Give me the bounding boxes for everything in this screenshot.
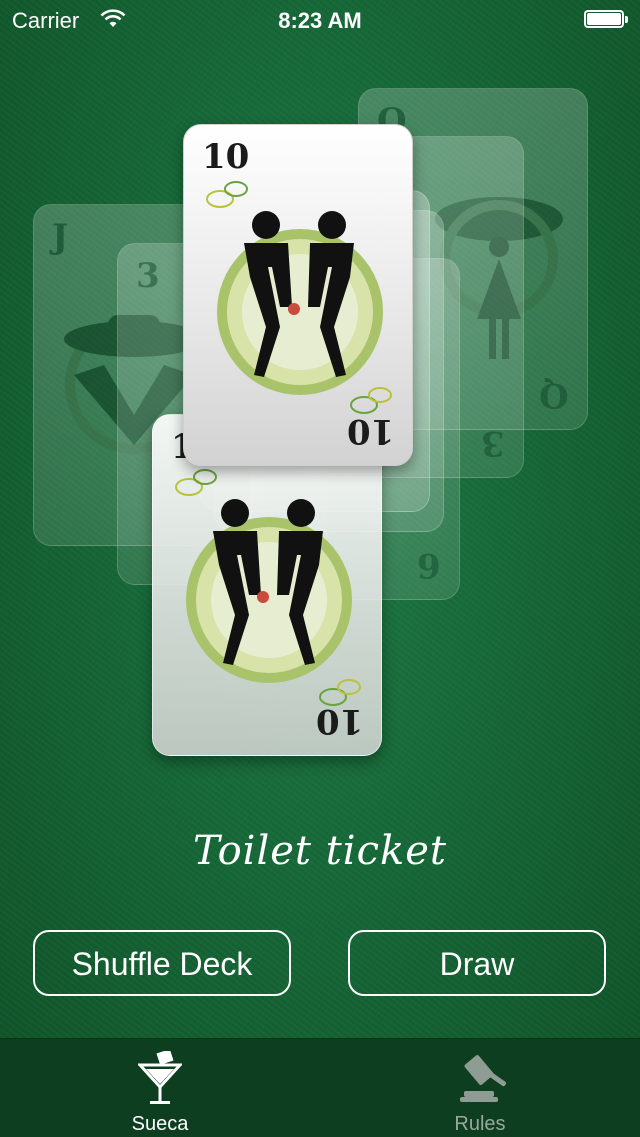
card-rank: 6 xyxy=(417,545,441,585)
lemon-icon xyxy=(206,181,248,208)
card-caption: Toilet ticket xyxy=(193,828,447,874)
tab-bar: Sueca Rules xyxy=(0,1038,640,1137)
tab-rules[interactable]: Rules xyxy=(320,1039,640,1137)
card-rank: 10 xyxy=(346,411,394,451)
battery-icon xyxy=(584,10,628,30)
card-rank: 10 xyxy=(202,137,250,177)
status-bar: Carrier 8:23 AM xyxy=(0,0,640,40)
card-rank: J xyxy=(52,217,69,257)
lemon-icon xyxy=(175,469,217,496)
gavel-icon xyxy=(460,1055,507,1102)
card-rank: 3 xyxy=(481,423,505,463)
toilet-couple-icon xyxy=(186,499,352,683)
tab-label: Rules xyxy=(454,1113,506,1135)
shuffle-deck-button[interactable]: Shuffle Deck xyxy=(33,930,291,996)
drawn-card-current[interactable]: 10 10 xyxy=(183,124,413,466)
card-rank: 3 xyxy=(136,256,160,296)
tab-label: Sueca xyxy=(131,1113,189,1135)
tab-sueca[interactable]: Sueca xyxy=(0,1039,320,1137)
draw-button[interactable]: Draw xyxy=(348,930,606,996)
cocktail-glass-icon xyxy=(138,1051,182,1104)
clock: 8:23 AM xyxy=(278,8,362,33)
toilet-couple-icon xyxy=(217,211,383,395)
